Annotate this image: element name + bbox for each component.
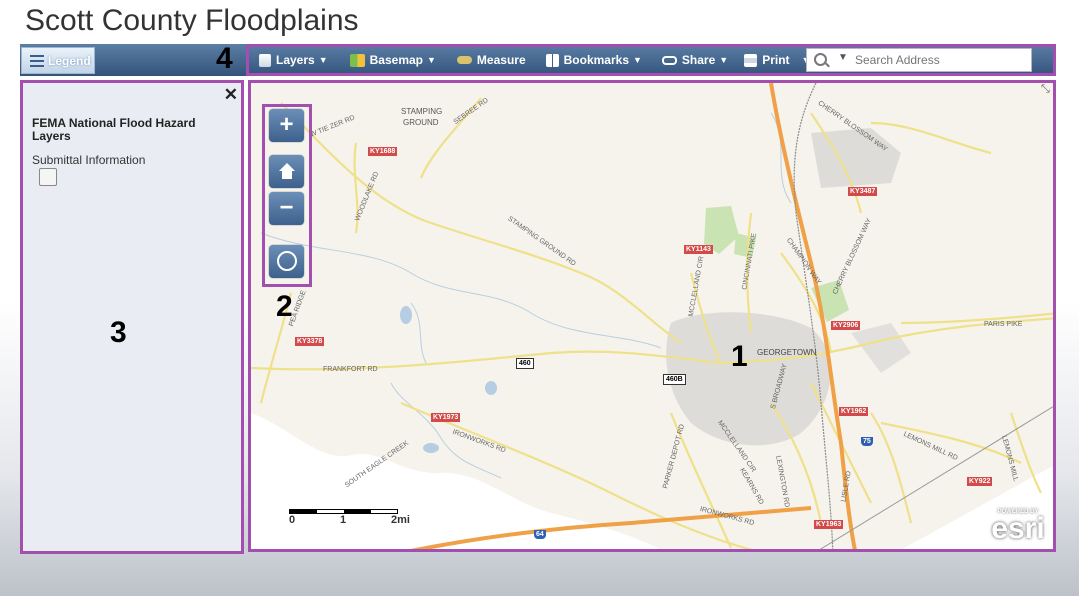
share-button[interactable]: Share ▼ (661, 53, 729, 67)
page-title: Scott County Floodplains (25, 4, 359, 37)
share-label: Share (681, 53, 716, 67)
route-shield: 460B (663, 374, 686, 385)
zoom-in-button[interactable]: + (269, 109, 304, 142)
bookmarks-label: Bookmarks (563, 53, 629, 67)
layers-label: Layers (276, 53, 315, 67)
close-icon[interactable]: ✕ (224, 85, 238, 105)
chevron-down-icon: ▼ (719, 55, 729, 65)
route-shield: 460 (516, 358, 534, 369)
home-icon (278, 163, 296, 179)
search-input[interactable] (855, 51, 1025, 69)
share-icon (661, 55, 677, 65)
route-shield: KY1688 (368, 147, 398, 156)
chevron-down-icon: ▼ (633, 55, 642, 65)
search-source-dropdown-icon[interactable]: ▼ (838, 52, 848, 63)
locate-button[interactable] (269, 245, 304, 278)
bookmarks-button[interactable]: Bookmarks ▼ (545, 53, 642, 67)
route-shield: 75 (861, 437, 873, 446)
legend-tab[interactable]: Legend (21, 47, 95, 74)
expand-icon[interactable]: ⤡ (1041, 84, 1051, 95)
legend-tab-label: Legend (48, 53, 91, 68)
home-button[interactable] (269, 155, 304, 188)
legend-panel: ✕ FEMA National Flood Hazard Layers Subm… (20, 80, 244, 554)
route-shield: KY1963 (814, 520, 844, 529)
measure-label: Measure (476, 53, 526, 67)
chevron-down-icon: ▼ (427, 55, 436, 65)
locate-icon (276, 251, 297, 271)
esri-logo: esri (991, 512, 1045, 545)
callout-4: 4 (216, 42, 233, 75)
measure-icon (456, 56, 472, 64)
callout-1: 1 (731, 340, 748, 373)
measure-button[interactable]: Measure (456, 53, 526, 67)
bookmarks-icon (545, 53, 559, 67)
scale-label-2: 2mi (391, 514, 410, 526)
print-icon (744, 53, 758, 67)
legend-layer-title: FEMA National Flood Hazard Layers (32, 116, 196, 143)
callout-3: 3 (110, 316, 127, 349)
esri-attribution[interactable]: POWERED BY esri (987, 509, 1049, 549)
print-label: Print (762, 53, 790, 67)
place-label-ground: GROUND (403, 118, 439, 127)
print-button[interactable]: Print ▼ (744, 53, 810, 67)
basemap-icon (349, 53, 365, 67)
route-shield: KY1973 (431, 413, 461, 422)
basemap-label: Basemap (369, 53, 423, 67)
road-label: FRANKFORT RD (323, 366, 378, 373)
route-shield: 64 (534, 530, 546, 539)
basemap-button[interactable]: Basemap ▼ (349, 53, 436, 67)
zoom-out-button[interactable]: − (269, 192, 304, 225)
scale-label-1: 1 (340, 514, 347, 526)
route-shield: KY2906 (831, 321, 861, 330)
layers-button[interactable]: Layers ▼ (259, 53, 328, 67)
legend-swatch (39, 168, 57, 186)
road-label: PARIS PIKE (984, 321, 1023, 328)
layers-icon (259, 53, 271, 67)
route-shield: KY1962 (839, 407, 869, 416)
search-icon[interactable] (814, 53, 827, 66)
legend-sublayer-label: Submittal Information (32, 153, 146, 167)
scale-label-0: 0 (289, 514, 296, 526)
place-label-stamping: STAMPING (401, 107, 443, 116)
callout-2: 2 (276, 290, 293, 323)
chevron-down-icon: ▼ (318, 55, 328, 65)
legend-icon (30, 54, 44, 68)
route-shield: KY1143 (684, 245, 713, 254)
route-shield: KY922 (967, 477, 993, 486)
place-label-georgetown: GEORGETOWN (757, 348, 817, 357)
map-view[interactable]: STAMPING GROUND GEORGETOWN W TIE ZER RD … (248, 80, 1056, 552)
search-box: ▼ (806, 48, 1032, 72)
route-shield: KY3378 (295, 337, 325, 346)
route-shield: KY3487 (848, 187, 878, 196)
